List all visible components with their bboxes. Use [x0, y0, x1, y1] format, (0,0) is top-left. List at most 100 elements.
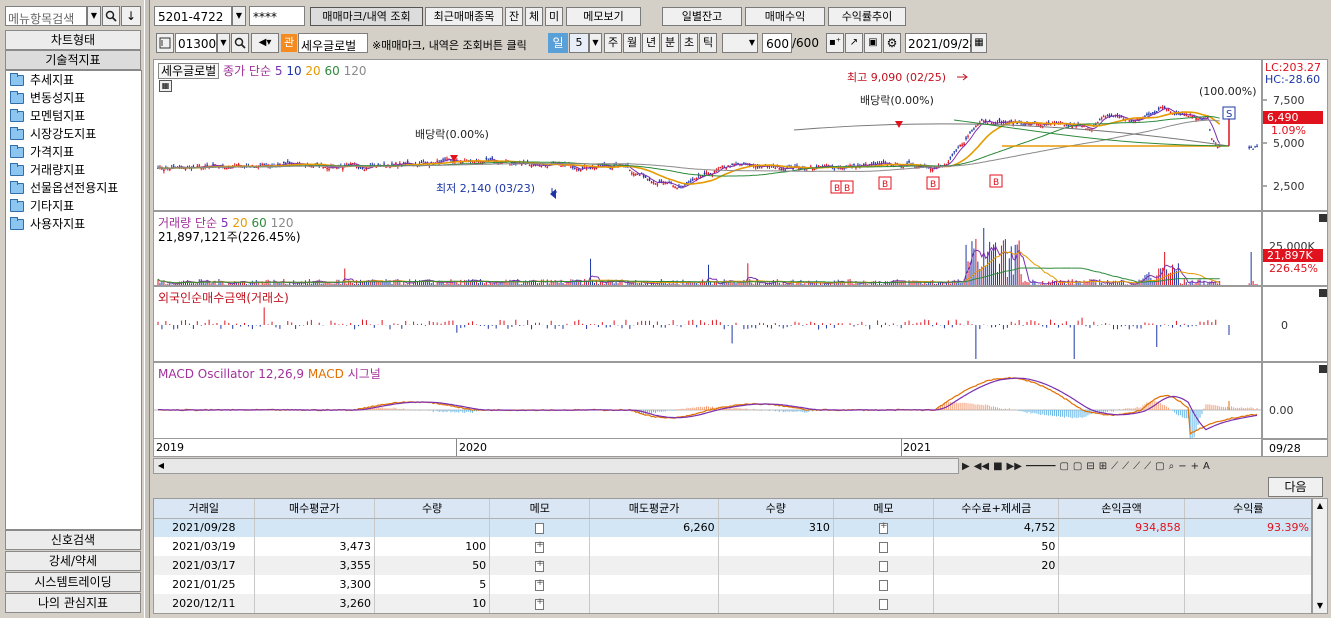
- tree-item[interactable]: 선물옵션전용지표: [6, 179, 141, 197]
- table-scrollbar[interactable]: ▲ ▼: [1312, 498, 1328, 614]
- period-4[interactable]: 초: [680, 33, 698, 53]
- tab-my-indicators[interactable]: 나의 관심지표: [5, 593, 141, 613]
- tab-technical-indicators[interactable]: 기술적지표: [5, 50, 141, 70]
- balance-button[interactable]: 잔: [505, 7, 523, 26]
- watchlist-badge[interactable]: 관: [281, 34, 297, 52]
- period-number[interactable]: 5: [569, 33, 589, 53]
- chart-settings-icon[interactable]: [156, 33, 174, 53]
- tool-c-icon[interactable]: ⊟: [1086, 461, 1094, 472]
- tree-item[interactable]: 모멘텀지표: [6, 107, 141, 125]
- tree-item[interactable]: 추세지표: [6, 71, 141, 89]
- line4-icon[interactable]: ⟋: [1144, 461, 1151, 472]
- foreign-pane[interactable]: 외국인순매수금액(거래소): [153, 286, 1262, 362]
- zoom-in-icon[interactable]: +: [1191, 461, 1199, 472]
- period-2[interactable]: 년: [642, 33, 660, 53]
- memo-icon[interactable]: [878, 541, 888, 553]
- tool-e-icon[interactable]: ▢: [1155, 461, 1164, 472]
- trade-profit-button[interactable]: 매매수익: [745, 7, 825, 26]
- period-3[interactable]: 분: [661, 33, 679, 53]
- memo-view-button[interactable]: 메모보기: [566, 7, 641, 26]
- zoom-slider[interactable]: ━━━━━━━: [1026, 462, 1056, 470]
- line3-icon[interactable]: ⟋: [1133, 461, 1140, 472]
- period-0[interactable]: 주: [604, 33, 622, 53]
- next-button[interactable]: 다음: [1268, 477, 1323, 497]
- tool-b-icon[interactable]: ▢: [1073, 461, 1082, 472]
- scroll-left-icon[interactable]: ◀: [154, 459, 168, 473]
- period-day-button[interactable]: 일: [548, 33, 568, 53]
- memo-icon[interactable]: [535, 597, 545, 610]
- period-1[interactable]: 월: [623, 33, 641, 53]
- line-tool-icon[interactable]: ↗: [845, 33, 863, 53]
- table-row[interactable]: 2021/03/173,35550 20: [154, 556, 1311, 575]
- return-trend-button[interactable]: 수익률추이: [828, 7, 906, 26]
- down-arrow-icon[interactable]: ↓: [121, 6, 141, 26]
- memo-icon[interactable]: [878, 579, 888, 591]
- memo-icon[interactable]: [878, 560, 888, 572]
- table-row[interactable]: 2021/03/193,473100 50: [154, 537, 1311, 556]
- tree-item[interactable]: 가격지표: [6, 143, 141, 161]
- period-dropdown-icon[interactable]: ▼: [589, 33, 602, 53]
- x-year-2019: 2019: [156, 441, 184, 454]
- candle-body: [1201, 119, 1203, 121]
- indicator-add-icon[interactable]: ▪⁺: [826, 33, 844, 53]
- count-input[interactable]: 600: [762, 33, 792, 53]
- table-row[interactable]: 2021/01/25 3,300 5: [154, 575, 1311, 594]
- stop-icon[interactable]: ■: [993, 461, 1002, 472]
- tab-chart-type[interactable]: 차트형태: [5, 30, 141, 50]
- tool-a-icon[interactable]: ▢: [1059, 461, 1068, 472]
- stock-code-input[interactable]: 013000: [175, 33, 224, 53]
- account-select[interactable]: 5201-4722: [154, 6, 232, 26]
- stock-search-icon[interactable]: [231, 33, 249, 53]
- line1-icon[interactable]: ⟋: [1111, 461, 1118, 472]
- font-icon[interactable]: A: [1203, 461, 1210, 472]
- period-5[interactable]: 틱: [699, 33, 717, 53]
- scroll-up-icon[interactable]: ▲: [1313, 499, 1327, 513]
- tree-item[interactable]: 기타지표: [6, 197, 141, 215]
- trade-mark-query-button[interactable]: 매매마크/내역 조회: [310, 7, 423, 26]
- unexecuted-button[interactable]: 미: [545, 7, 563, 26]
- calendar-icon[interactable]: ▦: [971, 33, 987, 53]
- chart-scrollbar[interactable]: ◀: [153, 458, 959, 474]
- price-pane[interactable]: 세우글로벌 종가 단순 5 10 20 60 120 ▦ 최고 9,090 (0…: [153, 59, 1262, 211]
- daily-balance-button[interactable]: 일별잔고: [662, 7, 742, 26]
- code-dropdown-icon[interactable]: ▼: [217, 33, 230, 53]
- forward-icon[interactable]: ▶▶: [1007, 461, 1022, 472]
- gear-icon[interactable]: ⚙: [883, 33, 901, 53]
- tree-item[interactable]: 시장강도지표: [6, 125, 141, 143]
- memo-icon[interactable]: [535, 559, 545, 572]
- recent-trades-button[interactable]: 최근매매종목: [425, 7, 503, 26]
- tab-strong-weak[interactable]: 강세/약세: [5, 551, 141, 571]
- executed-button[interactable]: 체: [525, 7, 543, 26]
- save-icon[interactable]: ▣: [864, 33, 882, 53]
- dropdown-arrow-icon[interactable]: ▼: [87, 6, 101, 26]
- memo-icon[interactable]: [535, 540, 545, 553]
- memo-icon[interactable]: [535, 522, 545, 534]
- play-icon[interactable]: ▶: [962, 461, 970, 472]
- memo-icon[interactable]: [535, 578, 545, 591]
- tab-signal-search[interactable]: 신호검색: [5, 530, 141, 550]
- tree-item[interactable]: 거래량지표: [6, 161, 141, 179]
- memo-icon[interactable]: [878, 598, 888, 610]
- password-input[interactable]: ****: [249, 6, 305, 26]
- zoom-out-icon[interactable]: −: [1178, 461, 1186, 472]
- memo-icon[interactable]: [878, 521, 888, 534]
- menu-search-input[interactable]: 메뉴항목검색: [5, 6, 87, 26]
- scroll-down-icon[interactable]: ▼: [1313, 599, 1327, 613]
- volume-pane[interactable]: 거래량 단순 5 20 60 120 21,897,121주(226.45%): [153, 211, 1262, 286]
- tree-item[interactable]: 사용자지표: [6, 215, 141, 233]
- tab-system-trading[interactable]: 시스템트레이딩: [5, 572, 141, 592]
- table-row[interactable]: 2020/12/11 3,260 10: [154, 594, 1311, 613]
- tree-item[interactable]: 변동성지표: [6, 89, 141, 107]
- speaker-icon[interactable]: ◀▾: [251, 33, 279, 53]
- rewind-icon[interactable]: ◀◀: [974, 461, 989, 472]
- line2-icon[interactable]: ⟋: [1122, 461, 1129, 472]
- tool-d-icon[interactable]: ⊞: [1099, 461, 1107, 472]
- period-extra-dropdown[interactable]: ▼: [722, 33, 758, 53]
- zoom-icon[interactable]: ⌕: [1169, 461, 1175, 472]
- sidebar-divider[interactable]: [144, 0, 150, 618]
- macd-pane[interactable]: MACD Oscillator 12,26,9 MACD 시그널: [153, 362, 1262, 439]
- search-icon[interactable]: [102, 6, 120, 26]
- table-row[interactable]: 2021/09/28 6,260310 4,752934,85893.39%: [154, 518, 1311, 537]
- date-input[interactable]: 2021/09/28: [905, 33, 977, 53]
- account-dropdown-icon[interactable]: ▼: [232, 6, 246, 26]
